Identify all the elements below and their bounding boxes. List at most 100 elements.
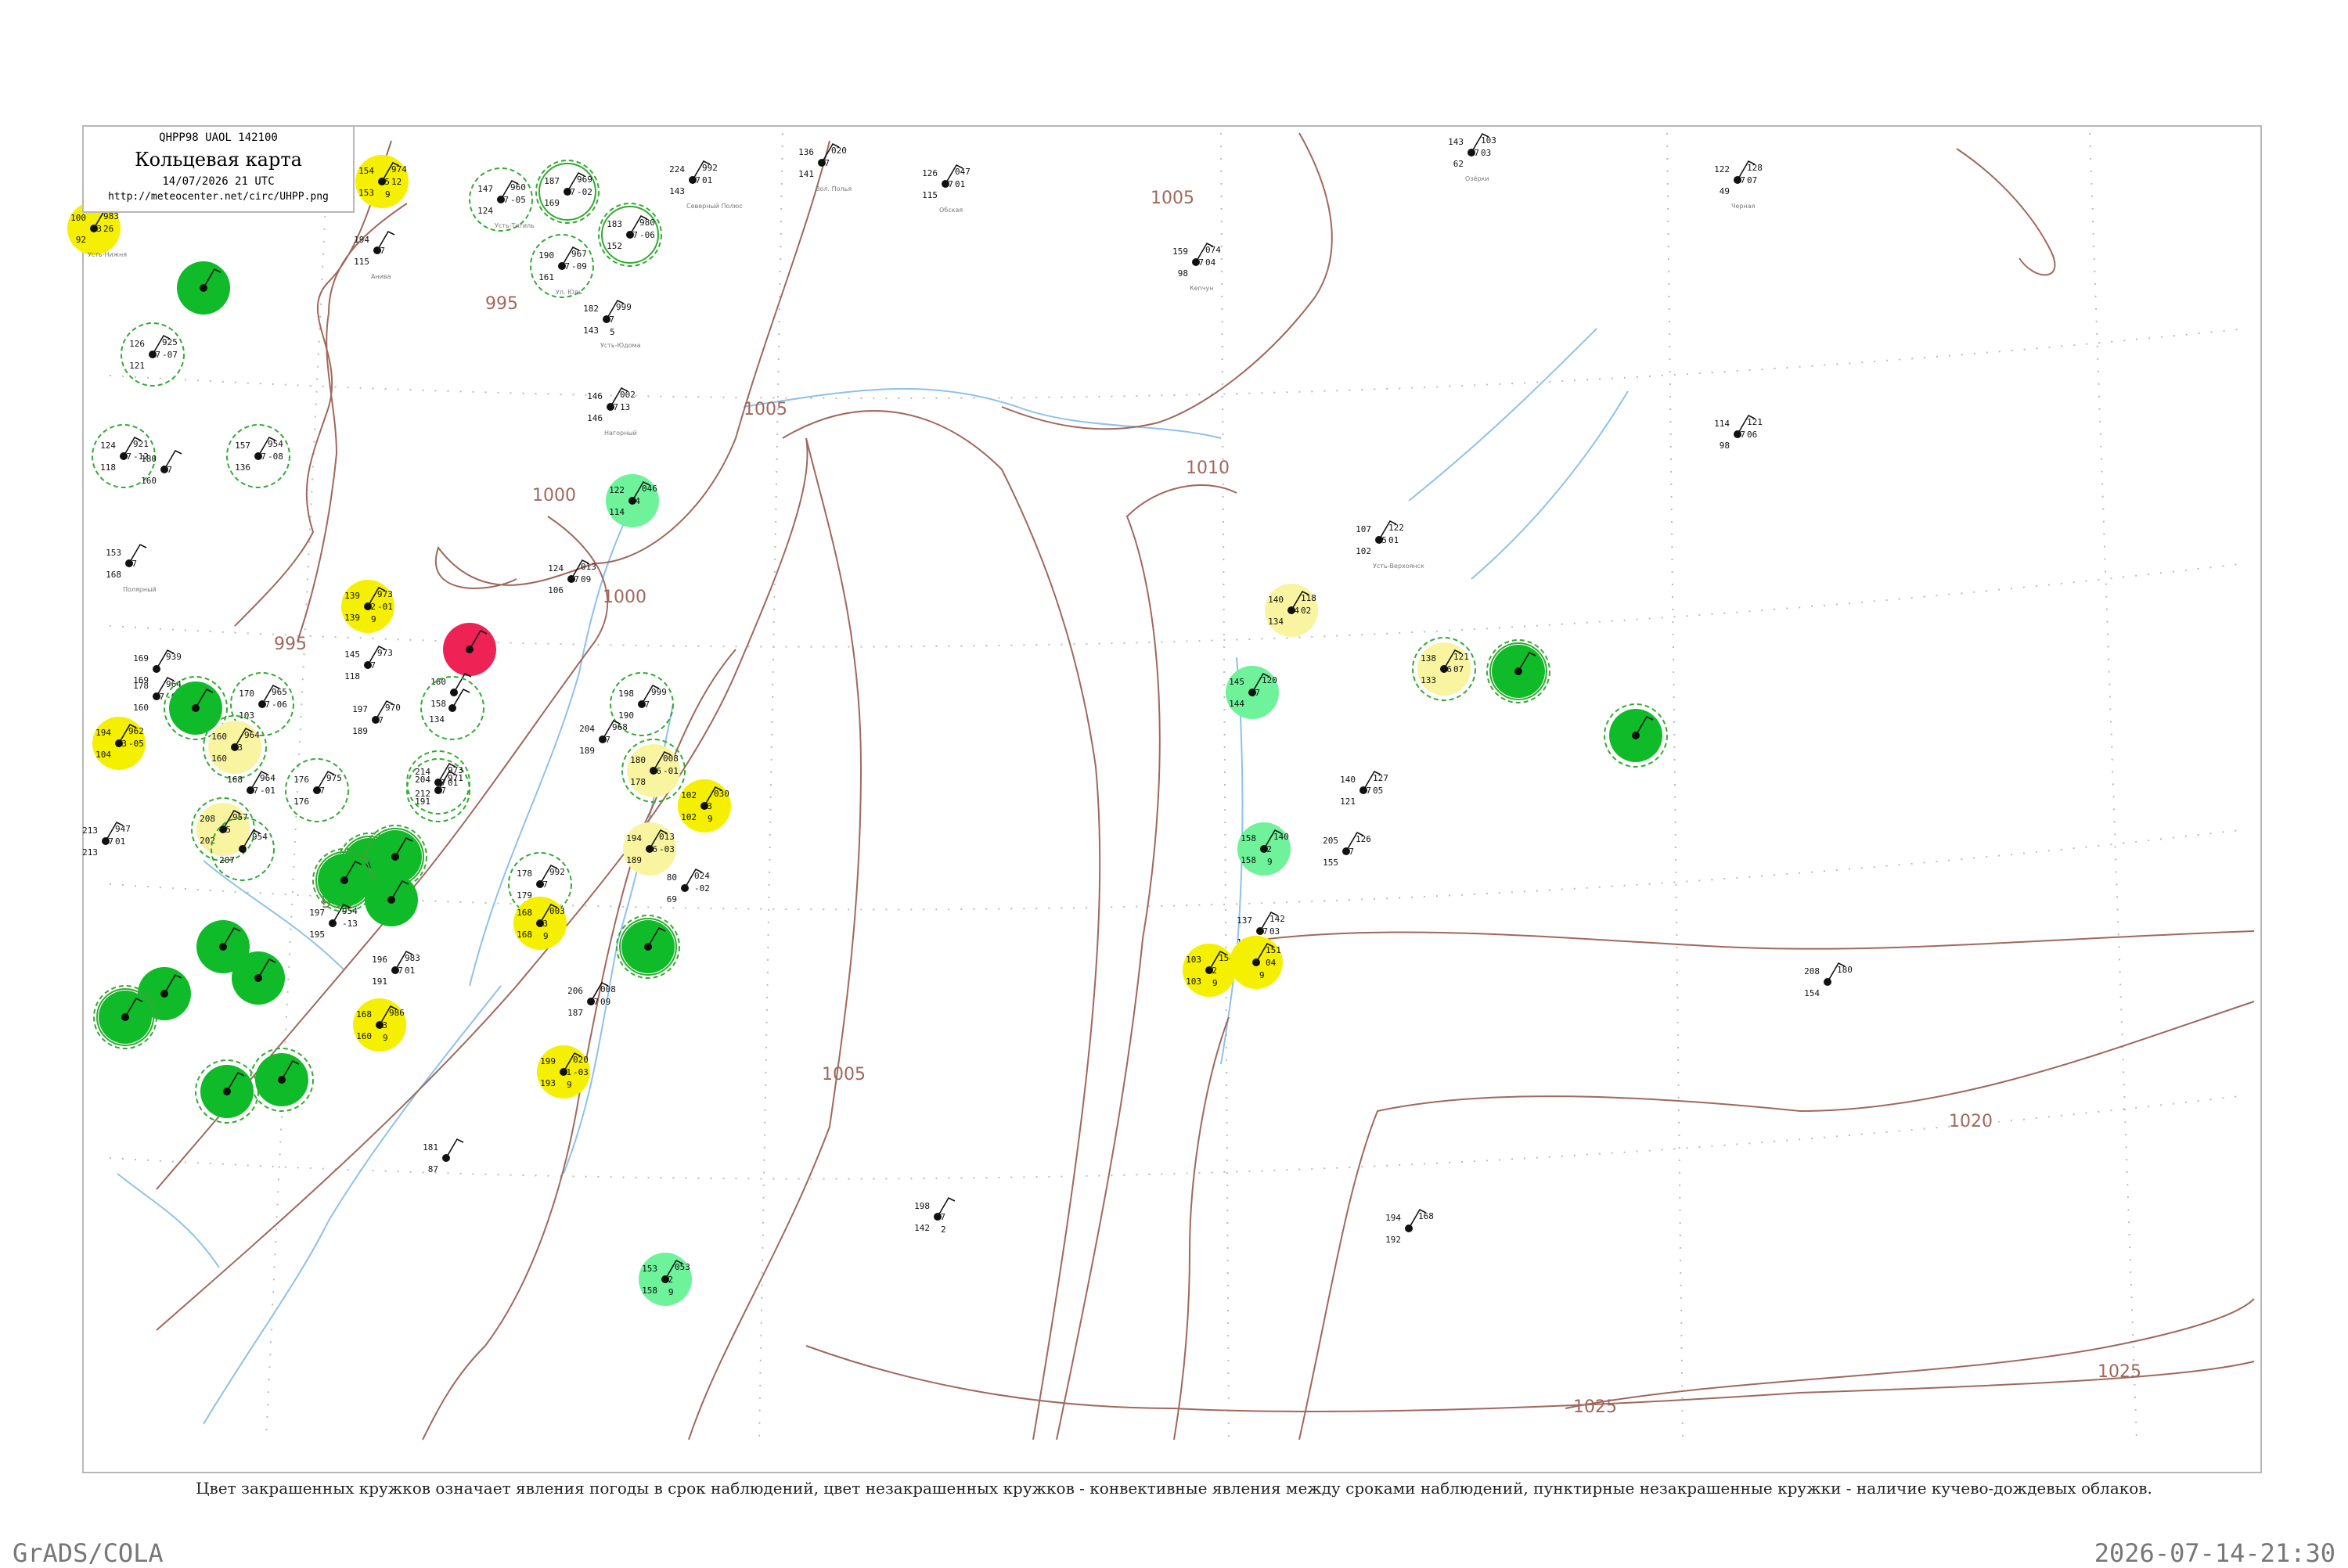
station-value-br: 9 <box>708 814 713 824</box>
station-value-tr: 973 <box>377 589 393 599</box>
station-value-mr: 07 <box>1453 664 1464 674</box>
station[interactable]: 213 94797 01 213 <box>82 821 131 858</box>
station-value-bl: 178 <box>630 777 646 787</box>
station-value-bl: 143 <box>669 186 685 196</box>
station-value-tr: 983 <box>405 953 420 963</box>
station[interactable]: 122 12897 07 49Черная <box>1714 160 1763 210</box>
station[interactable]: 153 05392 158 9 <box>639 1253 692 1306</box>
station-value-bl: 121 <box>1340 797 1356 807</box>
station-value-tl: 140 <box>1340 775 1356 785</box>
station-value-bl: 176 <box>294 797 309 807</box>
station-value-tr: 008 <box>663 753 679 764</box>
station[interactable]: 151 049 <box>1230 936 1283 989</box>
station[interactable] <box>443 623 496 676</box>
station[interactable]: 196 98397 01 191 <box>372 950 420 987</box>
station[interactable]: 147 96097 -05 124Усть-Тигиль <box>469 167 535 232</box>
isobars <box>156 203 2255 1440</box>
station-value-mr: 06 <box>1747 430 1757 440</box>
station[interactable]: 140 11894 02 134 <box>1265 584 1318 637</box>
station-value-mr: -09 <box>571 261 587 272</box>
station-value-tr: 999 <box>616 302 632 312</box>
station-value-bl: 103 <box>1186 976 1201 987</box>
station[interactable]: 138 12196 07 133 <box>1412 637 1476 701</box>
station[interactable]: 183 98097 -06 152 <box>598 203 662 267</box>
station-value-mr: 03 <box>1269 926 1280 937</box>
station[interactable] <box>616 915 680 979</box>
station[interactable]: 122 04694 114 <box>606 474 659 527</box>
station[interactable] <box>1604 703 1668 768</box>
station[interactable]: 107 12295 01 102Усть-Верхоянск <box>1356 520 1424 570</box>
station[interactable]: 114 12197 06 98 <box>1714 414 1763 451</box>
station[interactable]: 146 00297 13146Нагорный <box>587 387 637 437</box>
station[interactable]: 124 01397 09 106 <box>548 559 596 595</box>
station-value-bl: 143 <box>583 325 599 336</box>
station-value-bl: 160 <box>356 1031 372 1041</box>
station[interactable]: 159 07497 04 98Кепчун <box>1172 242 1221 292</box>
station-value-mr: -13 <box>342 919 358 929</box>
station[interactable] <box>177 261 230 315</box>
station[interactable]: 198 97 142 2 <box>914 1196 956 1235</box>
station[interactable]: 205 12697 155 <box>1323 831 1371 868</box>
station[interactable]: 181 87 <box>423 1138 464 1174</box>
station[interactable]: 194 01396 -03 189 <box>623 822 676 876</box>
station[interactable]: 176 97597 176 <box>285 758 349 822</box>
station[interactable]: 158 14092 158 9 <box>1237 822 1291 876</box>
station[interactable]: 153 97 168Полярный <box>106 543 157 593</box>
station[interactable]: 136 02097 141Вол. Полья <box>798 142 852 192</box>
station[interactable]: 126 92597 -07 121 <box>121 322 185 387</box>
station[interactable]: 204 96897 189 <box>579 719 628 756</box>
station[interactable]: 145 12097 144 <box>1226 666 1279 719</box>
station[interactable] <box>250 1048 314 1112</box>
station[interactable]: 126 04797 01 115Обская <box>922 164 971 214</box>
legend-title: Кольцевая карта <box>135 149 302 171</box>
station[interactable]: 139 97392 -01 139 9 <box>341 580 394 633</box>
station-value-tl: 137 <box>1237 915 1252 926</box>
station[interactable]: 102 03093 102 9 <box>678 779 731 833</box>
station[interactable]: 206 00897 09 187 <box>567 981 616 1018</box>
weather-map[interactable]: 995 995 995 1000 1000 1005 1005 1005 101… <box>0 0 2348 1565</box>
station-value-tl: 136 <box>798 147 814 157</box>
station[interactable]: 199 02091 -03 193 9 <box>537 1045 590 1099</box>
station[interactable]: 168 98693 160 9 <box>353 998 406 1052</box>
station[interactable]: 180 07 160 <box>141 449 182 486</box>
station[interactable]: 197 97097 189 <box>352 699 401 736</box>
station-value-tr: 024 <box>694 871 710 881</box>
station-value-mr: -01 <box>260 786 275 796</box>
station[interactable]: 194 168 192 <box>1385 1208 1434 1245</box>
station-value-ml: 93 <box>232 743 243 753</box>
station-value-mr: 07 <box>1747 175 1757 185</box>
station[interactable]: 194 96293 -05 104 <box>92 717 146 770</box>
station[interactable]: 190 96797 -09 161Ул. Юдь <box>530 234 594 298</box>
station-value-ml: 97 <box>154 692 164 702</box>
station-value-tl: 194 <box>95 728 111 738</box>
station-value-mr: -01 <box>663 766 679 776</box>
station-value-ml: 97 <box>256 451 266 462</box>
station[interactable]: 168 96497 -01 <box>227 770 275 796</box>
station[interactable]: 187 96997 -02 169 <box>535 160 600 224</box>
station[interactable] <box>195 1059 259 1124</box>
station-value-mr: -02 <box>577 187 592 197</box>
station[interactable]: 208 180 154 <box>1804 962 1853 998</box>
station[interactable]: 154 97495 12 153 9 <box>355 155 409 208</box>
station-value-bl: 189 <box>579 746 595 756</box>
station[interactable]: 157 95497 -08 136 <box>226 424 290 488</box>
station[interactable]: 143 10397 03 62Озёрки <box>1448 132 1496 182</box>
station[interactable]: 194 97 115Анива <box>354 230 395 280</box>
station[interactable]: 168 00393 168 9 <box>513 897 567 950</box>
station[interactable] <box>365 873 418 926</box>
station-value-mr: 04 <box>1266 958 1277 968</box>
station[interactable]: 224 99297 01 143Северный Полюс <box>669 160 743 210</box>
station-value-tl: 190 <box>538 250 554 261</box>
station[interactable]: 80 024 -02 69 <box>667 868 710 904</box>
station[interactable]: 180 00896 -01 178 <box>621 739 686 803</box>
station[interactable] <box>232 951 285 1005</box>
legend-box: QHPP98 UAOL 142100 Кольцевая карта 14/07… <box>82 125 355 213</box>
station[interactable]: 140 12797 05 121 <box>1340 770 1388 807</box>
station[interactable]: 182 99997 143 5 Усть-Юдома <box>583 299 641 349</box>
station-value-tr: 970 <box>385 703 401 713</box>
station-value-tl: 205 <box>1323 836 1338 846</box>
station[interactable] <box>1486 639 1550 703</box>
station-value-ml: 92 <box>663 1275 673 1285</box>
station[interactable]: 103 15492103 9 <box>1183 944 1236 997</box>
station[interactable]: 145 97397 118 <box>344 645 393 682</box>
